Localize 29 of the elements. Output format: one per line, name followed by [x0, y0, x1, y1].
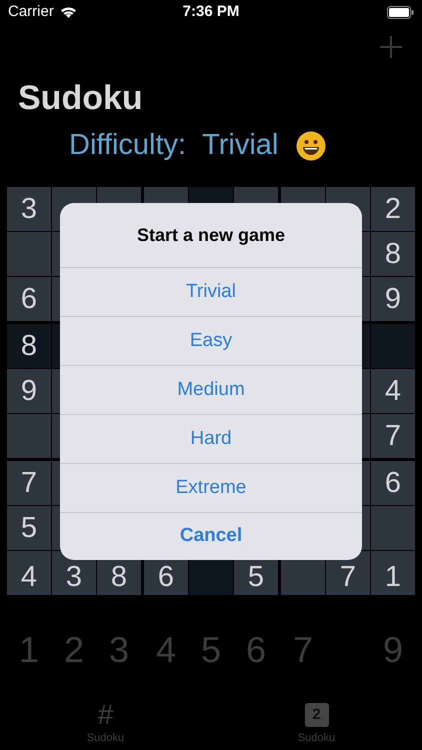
hash-icon: #	[98, 700, 114, 730]
grid-cell[interactable]: 8	[7, 324, 51, 368]
grid-cell[interactable]	[371, 506, 415, 550]
carrier-name: Carrier	[8, 2, 54, 22]
grid-cell[interactable]	[7, 414, 51, 458]
grid-cell[interactable]: 3	[7, 187, 51, 231]
grid-cell[interactable]	[7, 232, 51, 276]
grid-cell[interactable]: 8	[371, 232, 415, 276]
grid-cell[interactable]: 7	[371, 414, 415, 458]
difficulty-value[interactable]: Trivial	[202, 124, 278, 168]
smiley-icon	[296, 131, 326, 161]
wifi-icon	[60, 6, 77, 18]
grid-cell[interactable]: 6	[371, 461, 415, 505]
grid-cell[interactable]: 9	[371, 277, 415, 321]
page-title: Sudoku	[17, 78, 144, 119]
grid-cell[interactable]: 4	[7, 551, 51, 595]
battery-icon	[387, 6, 414, 18]
grid-cell[interactable]: 6	[7, 277, 51, 321]
add-icon[interactable]	[380, 36, 402, 58]
status-time: 7:36 PM	[182, 2, 240, 22]
grid-cell[interactable]: 5	[7, 506, 51, 550]
difficulty-label: Difficulty:	[69, 128, 186, 164]
grid-cell[interactable]: 7	[7, 461, 51, 505]
dialog-title: Start a new game	[136, 224, 286, 247]
grid-cell[interactable]: 4	[371, 369, 415, 413]
grid-cell[interactable]: 1	[371, 551, 415, 595]
grid-cell[interactable]: 2	[371, 187, 415, 231]
grid-cell[interactable]	[371, 324, 415, 368]
grid-cell[interactable]: 9	[7, 369, 51, 413]
